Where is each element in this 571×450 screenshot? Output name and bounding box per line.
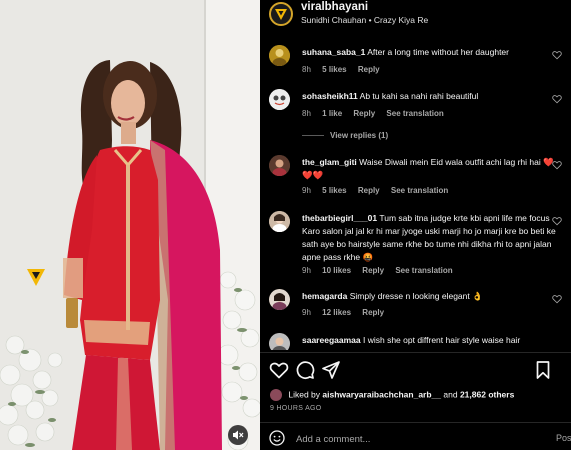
reply-button[interactable]: Reply xyxy=(362,266,384,275)
author-logo-icon xyxy=(275,9,287,20)
emoji-icon[interactable] xyxy=(269,430,285,446)
comment-username[interactable]: hemagarda xyxy=(302,291,347,301)
post-header: viralbhayani Sunidhi Chauhan • Crazy Kiy… xyxy=(260,0,571,30)
comment-input[interactable] xyxy=(294,429,528,449)
post-media[interactable] xyxy=(0,0,260,450)
heart-icon[interactable] xyxy=(269,360,289,380)
liked-by-others[interactable]: 21,862 others xyxy=(460,389,514,399)
see-translation-button[interactable]: See translation xyxy=(391,186,448,195)
reply-button[interactable]: Reply xyxy=(353,109,375,118)
comment-meta: 8h 1 like Reply See translation xyxy=(302,109,453,118)
liked-by-prefix: Liked by xyxy=(288,389,321,400)
comment-message: Simply dresse n looking elegant 👌 xyxy=(349,291,483,301)
comment-meta: 8h 5 likes Reply xyxy=(302,65,389,74)
comment-text: saareegaamaa I wish she opt diffrent hai… xyxy=(302,334,560,347)
comment-like-heart-icon[interactable] xyxy=(552,94,562,104)
author-username[interactable]: viralbhayani xyxy=(301,1,368,13)
add-comment-bar: Pos xyxy=(260,426,571,450)
comment-message: I wish she opt diffrent hair style waise… xyxy=(362,335,521,345)
divider xyxy=(260,422,571,423)
comment-text: the_glam_giti Waise Diwali mein Eid wala… xyxy=(302,156,560,182)
comment-time: 8h xyxy=(302,65,311,74)
reply-button[interactable]: Reply xyxy=(358,186,380,195)
comments-list[interactable]: suhana_saba_1 After a long time without … xyxy=(260,38,571,350)
comment-time: 9h xyxy=(302,186,311,195)
comment-meta: 9h 5 likes Reply See translation xyxy=(302,186,457,195)
divider xyxy=(260,352,571,353)
comment-message: After a long time without her daughter xyxy=(367,47,509,57)
bookmark-icon[interactable] xyxy=(533,360,553,380)
comment-likes[interactable]: 5 likes xyxy=(322,186,346,195)
comment-time: 9h xyxy=(302,308,311,317)
watermark-logo-icon xyxy=(25,266,47,288)
liker-avatar xyxy=(270,389,282,401)
comment-icon[interactable] xyxy=(295,360,315,380)
comment-likes[interactable]: 5 likes xyxy=(322,65,346,74)
comment-meta: 9h 10 likes Reply See translation xyxy=(302,266,462,275)
comment-username[interactable]: sohasheikh11 xyxy=(302,91,358,101)
comment-time: 9h xyxy=(302,266,311,275)
post-detail-panel: viralbhayani Sunidhi Chauhan • Crazy Kiy… xyxy=(260,0,571,450)
likes-summary[interactable]: Liked by aishwaryaraibachchan_arb__ and … xyxy=(270,389,514,401)
audio-track[interactable]: Sunidhi Chauhan • Crazy Kiya Re xyxy=(301,15,428,25)
see-translation-button[interactable]: See translation xyxy=(395,266,452,275)
comment-text: hemagarda Simply dresse n looking elegan… xyxy=(302,290,560,303)
post-comment-button[interactable]: Pos xyxy=(556,433,571,443)
comment-likes[interactable]: 12 likes xyxy=(322,308,351,317)
comment-username[interactable]: saareegaamaa xyxy=(302,335,361,345)
speaker-muted-icon xyxy=(233,430,244,440)
comment-username[interactable]: the_glam_giti xyxy=(302,157,357,167)
author-avatar[interactable] xyxy=(269,2,293,26)
share-icon[interactable] xyxy=(321,360,341,380)
comment-likes[interactable]: 10 likes xyxy=(322,266,351,275)
reply-button[interactable]: Reply xyxy=(358,65,380,74)
see-translation-button[interactable]: See translation xyxy=(386,109,443,118)
comment-like-heart-icon[interactable] xyxy=(552,160,562,170)
comment-like-heart-icon[interactable] xyxy=(552,216,562,226)
comment-like-heart-icon[interactable] xyxy=(552,50,562,60)
comment-text: thebarbiegirl___01 Tum sab itna judge kr… xyxy=(302,212,560,264)
mute-button[interactable] xyxy=(228,425,248,445)
avatar[interactable] xyxy=(269,211,290,232)
comment-username[interactable]: thebarbiegirl___01 xyxy=(302,213,377,223)
avatar[interactable] xyxy=(269,155,290,176)
avatar[interactable] xyxy=(269,45,290,66)
avatar[interactable] xyxy=(269,89,290,110)
post-photo xyxy=(0,0,260,450)
reply-button[interactable]: Reply xyxy=(362,308,384,317)
comment-likes[interactable]: 1 like xyxy=(322,109,342,118)
comment-time: 8h xyxy=(302,109,311,118)
post-actions xyxy=(260,360,571,382)
liked-by-user[interactable]: aishwaryaraibachchan_arb__ xyxy=(322,389,441,399)
post-time[interactable]: 9 HOURS AGO xyxy=(270,405,322,412)
avatar[interactable] xyxy=(269,333,290,350)
comment-like-heart-icon[interactable] xyxy=(552,294,562,304)
comment-message: Ab tu kahi sa nahi rahi beautiful xyxy=(359,91,479,101)
liked-by-and: and xyxy=(443,389,458,400)
comment-text: sohasheikh11 Ab tu kahi sa nahi rahi bea… xyxy=(302,90,560,103)
avatar[interactable] xyxy=(269,289,290,310)
replies-divider xyxy=(302,135,324,137)
view-replies-label: View replies (1) xyxy=(330,131,389,140)
comment-meta: 9h 12 likes Reply xyxy=(302,308,393,317)
view-replies-button[interactable]: View replies (1) xyxy=(302,131,388,140)
comment-username[interactable]: suhana_saba_1 xyxy=(302,47,365,57)
comment-text: suhana_saba_1 After a long time without … xyxy=(302,46,560,59)
